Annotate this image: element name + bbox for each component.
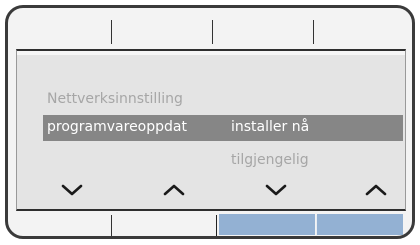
install-now-value: installer nå	[231, 119, 310, 135]
menu-item-network-settings[interactable]: Nettverksinnstilling	[47, 91, 183, 107]
available-status: tilgjengelig	[231, 152, 309, 168]
chevron-up-icon[interactable]	[365, 183, 387, 197]
softkey-3-highlight[interactable]	[219, 214, 315, 235]
device-frame: Nettverksinnstilling programvareoppdat i…	[5, 5, 415, 239]
chevron-down-icon[interactable]	[61, 183, 83, 197]
top-divider-3	[313, 20, 314, 44]
display-screen: Nettverksinnstilling programvareoppdat i…	[16, 49, 406, 211]
bottom-divider-3	[316, 215, 317, 236]
bottom-softkey-bar	[8, 214, 412, 236]
bottom-divider-1	[111, 215, 112, 236]
menu-item-software-update-label: programvareoppdat	[47, 119, 187, 135]
top-divider-1	[111, 20, 112, 44]
softkey-4-highlight[interactable]	[317, 214, 403, 235]
bottom-divider-2	[216, 215, 217, 236]
chevron-down-icon[interactable]	[265, 183, 287, 197]
top-softkey-bar	[8, 8, 412, 48]
menu-item-software-update[interactable]: programvareoppdat installer nå	[43, 115, 403, 141]
top-divider-2	[212, 20, 213, 44]
chevron-up-icon[interactable]	[163, 183, 185, 197]
